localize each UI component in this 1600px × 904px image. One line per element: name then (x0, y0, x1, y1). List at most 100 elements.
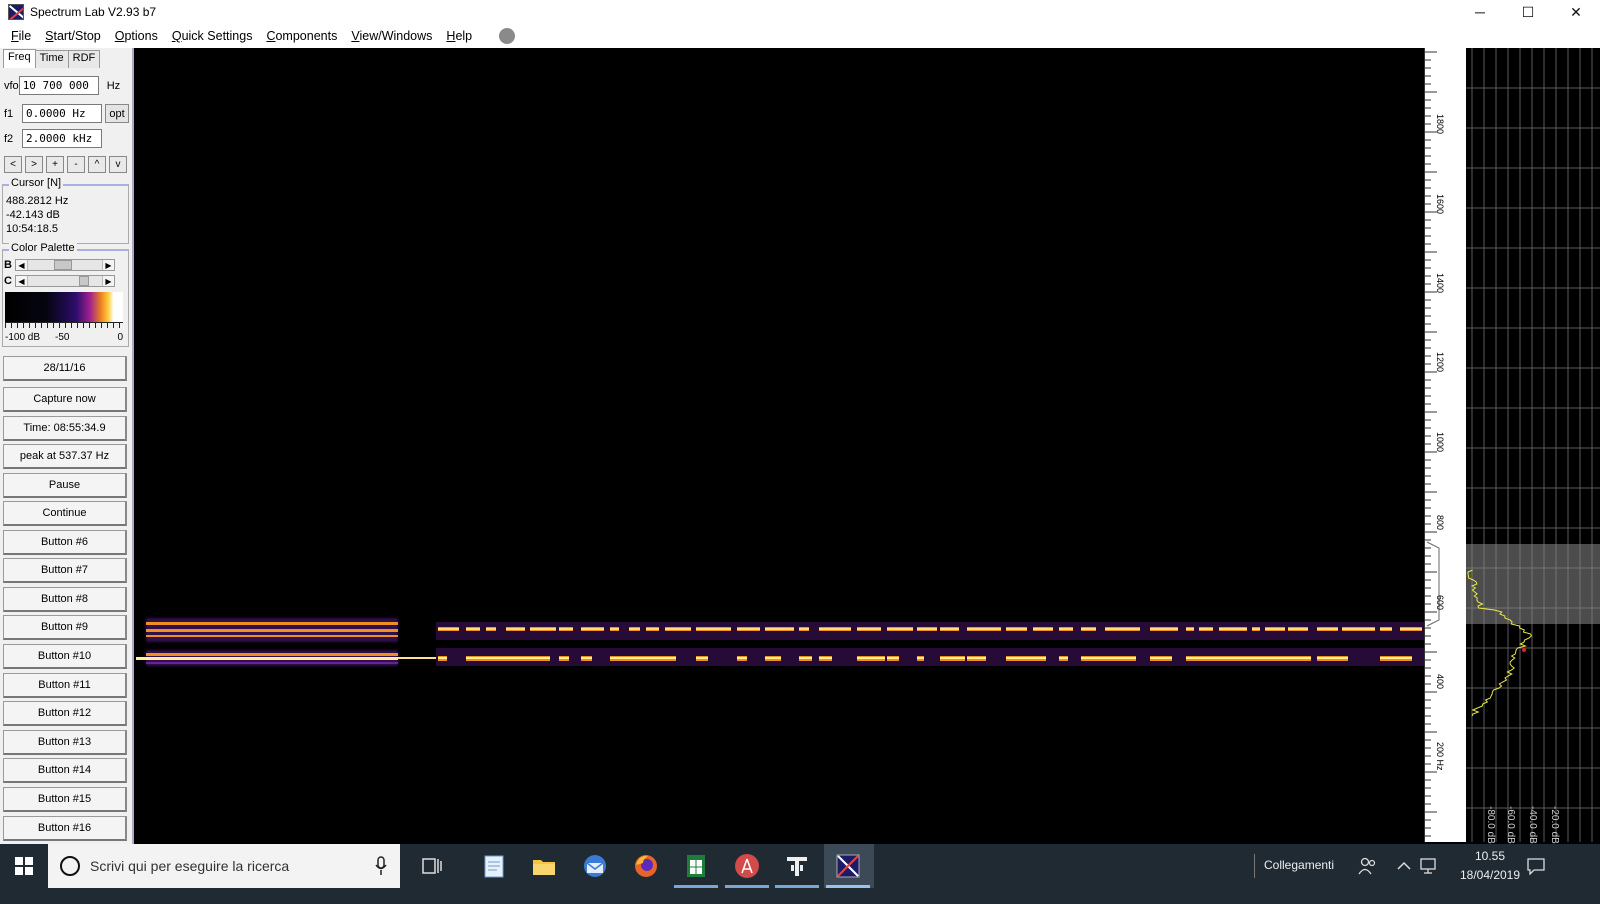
shift-down-button[interactable]: v (109, 156, 127, 173)
date-button[interactable]: 28/11/16 (3, 356, 127, 381)
keyed-dash-upper-core (1380, 628, 1392, 630)
keyed-dash-lower-core (466, 657, 487, 659)
button-12[interactable]: Button #12 (3, 701, 127, 726)
scroll-right-button[interactable]: > (25, 156, 43, 173)
slider-left-icon[interactable]: ◀ (15, 276, 28, 286)
keyed-dash-upper-core (765, 628, 794, 630)
menu-bar: File Start/Stop Options Quick Settings C… (0, 24, 1600, 48)
file-explorer-icon[interactable] (528, 850, 560, 882)
keyed-dash-upper-core (1059, 628, 1073, 630)
keyed-dash-upper-core (1265, 628, 1285, 630)
vfo-input[interactable]: 10 700 000 (18, 76, 99, 95)
people-icon[interactable] (1352, 850, 1384, 882)
app-logo-icon (8, 4, 24, 20)
keyed-dash-lower-core (1033, 657, 1046, 659)
keyed-dash-lower-core (917, 657, 924, 659)
menu-view-windows[interactable]: View/Windows (344, 29, 439, 43)
slider-right-icon[interactable]: ▶ (101, 260, 114, 270)
spectrum-level-plot[interactable]: -80.0 dB -60.0 dB -40.0 dB -20.0 dB (1466, 48, 1600, 844)
close-button[interactable]: ✕ (1552, 0, 1600, 24)
frequency-scale: 1800 1600 1400 1200 1000 800 600 400 200… (1424, 48, 1466, 842)
f1-label: f1 (4, 107, 14, 120)
keyed-dash-upper-core (917, 628, 937, 630)
cortana-icon (60, 856, 80, 876)
window-title: Spectrum Lab V2.93 b7 (30, 5, 157, 19)
network-icon[interactable] (1414, 850, 1446, 882)
keyed-dash-upper-core (1033, 628, 1053, 630)
keyed-dash-lower-core (799, 657, 812, 659)
button-8[interactable]: Button #8 (3, 587, 127, 612)
keyed-dash-upper-core (610, 628, 619, 630)
slider-right-icon[interactable]: ▶ (101, 276, 114, 286)
capture-now-button[interactable]: Capture now (3, 387, 127, 412)
button-10[interactable]: Button #10 (3, 644, 127, 669)
maximize-button[interactable]: ☐ (1504, 0, 1552, 24)
system-clock[interactable]: 10.55 18/04/2019 (1452, 847, 1528, 885)
keyed-dash-upper-core (1186, 628, 1194, 630)
keyed-dash-lower-core (646, 657, 668, 659)
tab-time[interactable]: Time (34, 50, 69, 68)
brightness-row: B ◀ ▶ (4, 259, 115, 271)
microphone-icon[interactable] (374, 856, 388, 876)
notepad-app-icon[interactable] (478, 850, 510, 882)
menu-quick-settings[interactable]: Quick Settings (165, 29, 260, 43)
running-indicator (725, 885, 769, 888)
links-toolbar[interactable]: Collegamenti (1264, 858, 1334, 872)
search-box[interactable]: Scrivi qui per eseguire la ricerca (48, 844, 400, 888)
minimize-button[interactable]: ─ (1456, 0, 1504, 24)
keyed-dash-lower-core (438, 657, 447, 659)
tab-freq[interactable]: Freq (3, 49, 36, 68)
spectrogram-waterfall[interactable] (136, 48, 1424, 842)
spectrum-lab-taskbar-icon[interactable] (832, 850, 864, 882)
zoom-out-button[interactable]: - (67, 156, 85, 173)
menu-help[interactable]: Help (439, 29, 479, 43)
level-label-60: -60.0 dB (1505, 806, 1516, 844)
keyed-dash-lower-core (1105, 657, 1136, 659)
scroll-left-button[interactable]: < (4, 156, 22, 173)
tool-app-icon[interactable] (781, 850, 813, 882)
menu-start-stop[interactable]: Start/Stop (38, 29, 108, 43)
record-indicator-icon[interactable] (499, 28, 516, 44)
menu-file[interactable]: File (4, 29, 38, 43)
pause-button[interactable]: Pause (3, 473, 127, 498)
f2-input[interactable]: 2.0000 kHz (22, 129, 102, 148)
brightness-thumb[interactable] (53, 260, 72, 270)
window-controls: ─ ☐ ✕ (1456, 0, 1600, 24)
f1-input[interactable]: 0.0000 Hz (22, 104, 102, 123)
button-16[interactable]: Button #16 (3, 816, 127, 841)
shift-up-button[interactable]: ^ (88, 156, 106, 173)
task-view-icon[interactable] (416, 850, 448, 882)
menu-components[interactable]: Components (259, 29, 344, 43)
cursor-group: Cursor [N] 488.2812 Hz -42.143 dB 10:54:… (2, 177, 129, 244)
menu-options[interactable]: Options (108, 29, 165, 43)
button-9[interactable]: Button #9 (3, 615, 127, 640)
start-button[interactable] (0, 844, 48, 888)
button-11[interactable]: Button #11 (3, 673, 127, 698)
button-15[interactable]: Button #15 (3, 787, 127, 812)
peak-button[interactable]: peak at 537.37 Hz (3, 444, 127, 469)
search-placeholder: Scrivi qui per eseguire la ricerca (90, 858, 290, 874)
button-13[interactable]: Button #13 (3, 730, 127, 755)
opt-button[interactable]: opt (105, 104, 129, 123)
keyed-dash-lower-core (559, 657, 569, 659)
button-7[interactable]: Button #7 (3, 558, 127, 583)
slider-left-icon[interactable]: ◀ (15, 260, 28, 270)
spreadsheet-app-icon[interactable] (680, 850, 712, 882)
running-indicator (775, 885, 819, 888)
notifications-icon[interactable] (1520, 850, 1552, 882)
zoom-in-button[interactable]: + (46, 156, 64, 173)
tab-rdf[interactable]: RDF (67, 50, 101, 68)
continue-button[interactable]: Continue (3, 501, 127, 526)
cursor-frequency: 488.2812 Hz (6, 195, 69, 207)
f2-label: f2 (4, 132, 14, 145)
firefox-icon[interactable] (630, 850, 662, 882)
freq-label-1200: 1200 (1435, 352, 1445, 373)
radio-app-icon[interactable] (731, 850, 763, 882)
button-14[interactable]: Button #14 (3, 758, 127, 783)
thunderbird-icon[interactable] (579, 850, 611, 882)
time-button[interactable]: Time: 08:55:34.9 (3, 416, 127, 441)
contrast-slider[interactable]: ◀ ▶ (14, 275, 115, 287)
button-6[interactable]: Button #6 (3, 530, 127, 555)
brightness-slider[interactable]: ◀ ▶ (14, 259, 115, 271)
contrast-thumb[interactable] (78, 276, 89, 286)
